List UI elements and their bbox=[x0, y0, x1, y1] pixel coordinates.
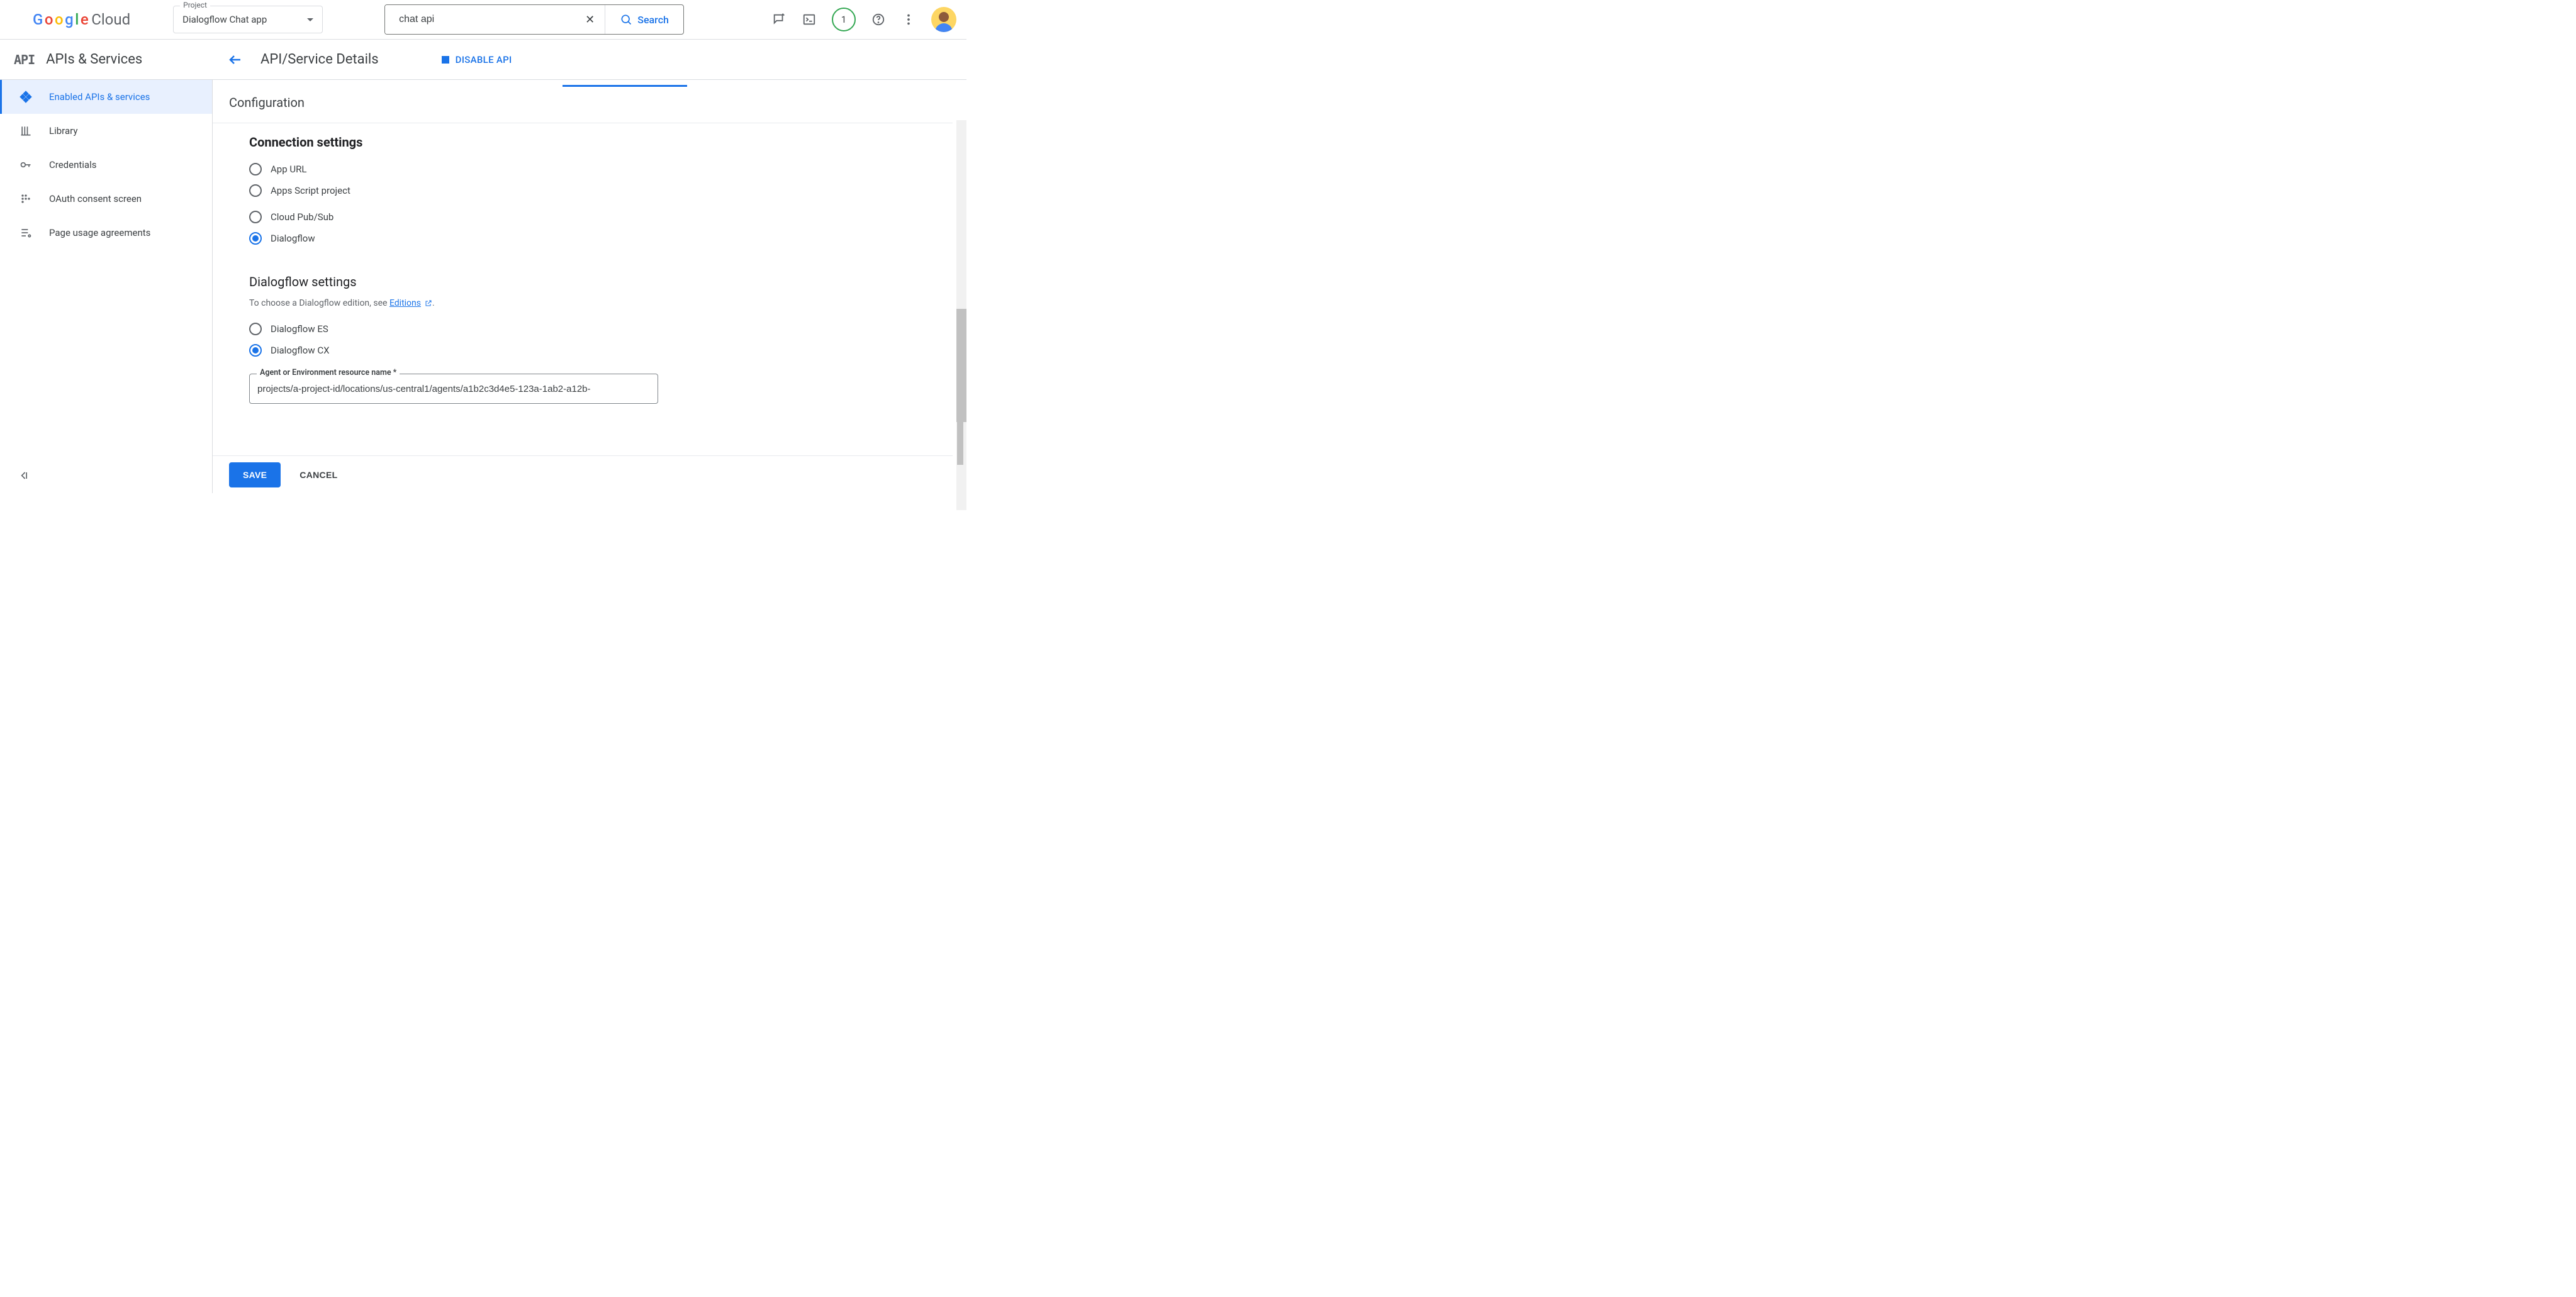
active-tab-indicator bbox=[563, 85, 687, 87]
account-avatar[interactable] bbox=[931, 7, 956, 32]
header-actions: 1 bbox=[771, 7, 956, 32]
nav-menu-icon[interactable] bbox=[10, 12, 25, 27]
project-selector-value: Dialogflow Chat app bbox=[182, 14, 267, 25]
sidebar-item-label: Credentials bbox=[49, 159, 96, 170]
radio-icon bbox=[249, 211, 262, 223]
radio-label: Cloud Pub/Sub bbox=[271, 211, 333, 223]
sidebar-item-page-usage[interactable]: Page usage agreements bbox=[0, 216, 212, 250]
radio-icon bbox=[249, 323, 262, 335]
cancel-button[interactable]: CANCEL bbox=[300, 470, 337, 480]
disable-api-button[interactable]: DISABLE API bbox=[442, 54, 512, 65]
agent-resource-field: Agent or Environment resource name * bbox=[249, 374, 658, 404]
help-icon[interactable] bbox=[871, 12, 886, 27]
chevron-down-icon bbox=[307, 18, 313, 25]
top-bar: Google Cloud Project Dialogflow Chat app… bbox=[0, 0, 966, 39]
configuration-heading: Configuration bbox=[213, 95, 966, 123]
radio-icon bbox=[249, 184, 262, 197]
close-icon: ✕ bbox=[585, 13, 595, 26]
dialogflow-option-cx[interactable]: Dialogflow CX bbox=[249, 340, 966, 361]
radio-label: Dialogflow bbox=[271, 233, 315, 244]
search-input[interactable] bbox=[385, 5, 575, 34]
stop-icon bbox=[442, 56, 449, 64]
sidebar-item-label: Library bbox=[49, 125, 77, 136]
key-icon bbox=[19, 158, 33, 172]
cloud-shell-icon[interactable] bbox=[802, 12, 817, 27]
sidebar-item-oauth-consent[interactable]: OAuth consent screen bbox=[0, 182, 212, 216]
external-link-icon bbox=[425, 299, 432, 307]
dialogflow-option-es[interactable]: Dialogflow ES bbox=[249, 318, 966, 340]
sidebar-item-credentials[interactable]: Credentials bbox=[0, 148, 212, 182]
scrollbar-thumb[interactable] bbox=[957, 409, 963, 465]
back-button[interactable] bbox=[228, 52, 243, 67]
chevron-left-icon bbox=[18, 469, 30, 482]
sidebar-item-label: Page usage agreements bbox=[49, 227, 150, 238]
sidebar: Enabled APIs & services Library Credenti… bbox=[0, 80, 213, 493]
collapse-sidebar-button[interactable] bbox=[18, 469, 30, 484]
radio-label: Dialogflow CX bbox=[271, 345, 330, 356]
radio-label: Apps Script project bbox=[271, 185, 350, 196]
connection-option-apps-script[interactable]: Apps Script project bbox=[249, 180, 966, 201]
search-button-label: Search bbox=[637, 14, 669, 26]
agreement-icon bbox=[19, 226, 33, 240]
diamond-icon bbox=[19, 90, 33, 104]
more-vert-icon[interactable] bbox=[901, 12, 916, 27]
product-title: APIs & Services bbox=[46, 52, 142, 67]
radio-icon bbox=[249, 232, 262, 245]
search-bar: ✕ Search bbox=[384, 4, 684, 35]
sidebar-item-label: Enabled APIs & services bbox=[49, 91, 150, 103]
search-clear-button[interactable]: ✕ bbox=[575, 5, 605, 34]
google-cloud-logo[interactable]: Google Cloud bbox=[33, 11, 130, 28]
save-button[interactable]: SAVE bbox=[229, 462, 281, 487]
sidebar-item-label: OAuth consent screen bbox=[49, 193, 142, 204]
notifications-badge[interactable]: 1 bbox=[832, 8, 856, 31]
agent-resource-label: Agent or Environment resource name * bbox=[257, 368, 400, 377]
search-button[interactable]: Search bbox=[605, 5, 683, 34]
dialogflow-settings-heading: Dialogflow settings bbox=[249, 274, 966, 289]
dialogflow-hint: To choose a Dialogflow edition, see Edit… bbox=[249, 298, 966, 308]
main-content: Configuration Connection settings App UR… bbox=[213, 80, 966, 493]
product-badge: API bbox=[14, 52, 35, 67]
radio-label: Dialogflow ES bbox=[271, 323, 328, 335]
page-title: API/Service Details bbox=[260, 52, 379, 67]
section-bar: API APIs & Services API/Service Details … bbox=[0, 40, 966, 80]
connection-option-app-url[interactable]: App URL bbox=[249, 159, 966, 180]
connection-settings-heading: Connection settings bbox=[249, 135, 966, 150]
disable-api-label: DISABLE API bbox=[456, 54, 512, 65]
connection-option-pubsub[interactable]: Cloud Pub/Sub bbox=[249, 206, 966, 228]
radio-label: App URL bbox=[271, 164, 306, 175]
sidebar-item-library[interactable]: Library bbox=[0, 114, 212, 148]
chat-icon[interactable] bbox=[771, 12, 787, 27]
arrow-left-icon bbox=[228, 52, 243, 67]
editions-link[interactable]: Editions bbox=[389, 298, 421, 308]
scrollbar[interactable] bbox=[956, 120, 966, 510]
project-selector[interactable]: Project Dialogflow Chat app bbox=[173, 6, 323, 33]
connection-option-dialogflow[interactable]: Dialogflow bbox=[249, 228, 966, 249]
radio-icon bbox=[249, 163, 262, 175]
consent-icon bbox=[19, 192, 33, 206]
search-icon bbox=[620, 13, 632, 26]
form-footer: SAVE CANCEL bbox=[213, 455, 953, 493]
sidebar-item-enabled-apis[interactable]: Enabled APIs & services bbox=[0, 80, 212, 114]
agent-resource-input[interactable] bbox=[249, 374, 658, 404]
project-selector-label: Project bbox=[180, 1, 210, 9]
radio-icon bbox=[249, 344, 262, 357]
scrollbar-thumb[interactable] bbox=[956, 309, 966, 422]
library-icon bbox=[19, 124, 33, 138]
